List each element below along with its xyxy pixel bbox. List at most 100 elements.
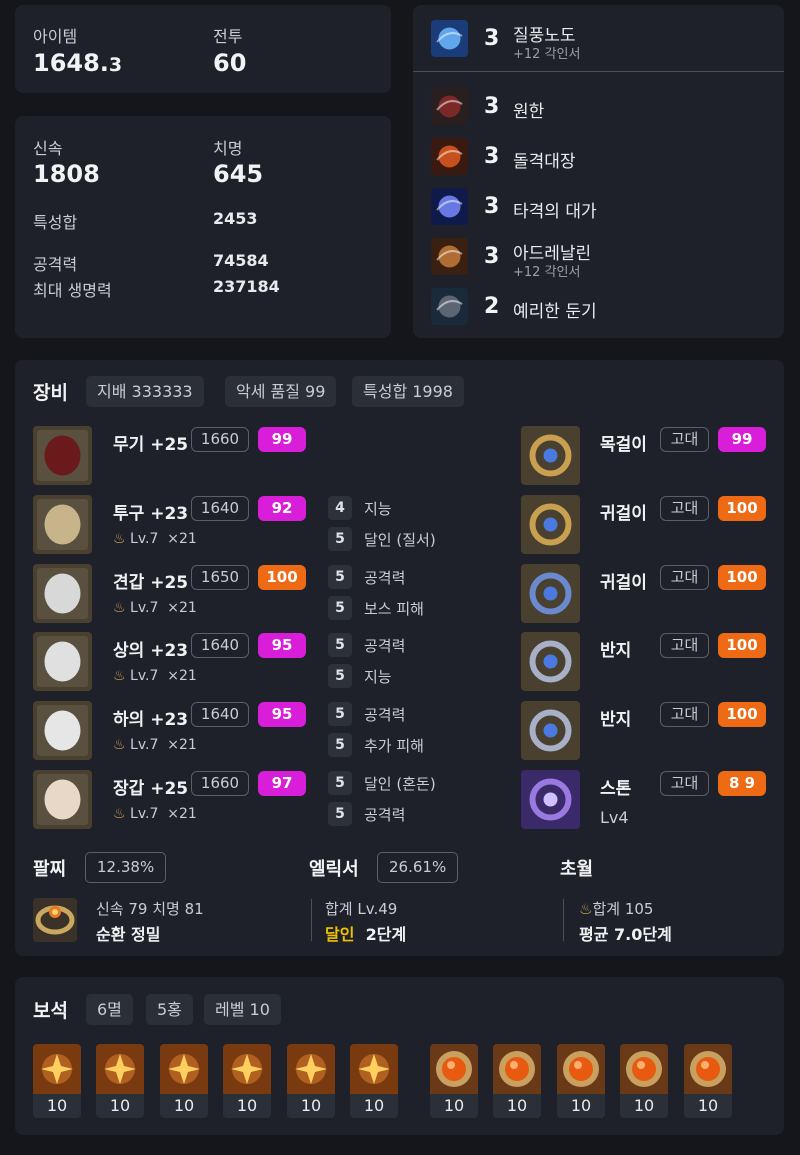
gem-icon: [33, 1044, 81, 1094]
elixir-effect-name: 달인 (혼돈): [364, 775, 436, 793]
elixir-effect-name: 달인 (질서): [364, 531, 436, 549]
armor-item-level: 1660: [191, 771, 249, 796]
engraving-name: 타격의 대가: [513, 202, 597, 222]
gem-icon: [223, 1044, 271, 1094]
accessory-grade: 고대: [660, 427, 709, 452]
gem-doom[interactable]: 10: [33, 1044, 81, 1118]
gem-icon: [557, 1044, 605, 1094]
crit-label: 치명: [213, 139, 243, 158]
gem-level: 10: [160, 1094, 208, 1118]
accessory-name: 스톤: [600, 779, 632, 799]
elixir-total: 합계 Lv.49: [325, 900, 398, 918]
gem-icon: [684, 1044, 732, 1094]
elixir-effect-level: 5: [328, 771, 352, 795]
gem-level: 10: [33, 1094, 81, 1118]
item-level-value: 1648.3: [33, 49, 123, 77]
gem-icon: [350, 1044, 398, 1094]
bracelet-icon: [33, 898, 77, 942]
engraving-book: +12 각인서: [513, 265, 581, 280]
accessory-name: 반지: [600, 641, 632, 661]
gems-tag-crimson: 5홍: [146, 994, 193, 1025]
engraving-level: 3: [484, 144, 500, 169]
elixir-effect-name: 공격력: [364, 706, 406, 724]
flame-icon: ♨: [113, 737, 131, 753]
equipment-tag-acc-quality: 악세 품질 99: [225, 376, 337, 407]
armor-icon: [33, 770, 92, 829]
trait-sum-value: 2453: [213, 209, 258, 228]
engraving-level: 3: [484, 94, 500, 119]
armor-name: 상의 +23: [113, 641, 189, 661]
engraving-icon: [431, 238, 468, 275]
gem-doom[interactable]: 10: [160, 1044, 208, 1118]
gem-icon: [287, 1044, 335, 1094]
engraving-level: 3: [484, 26, 500, 51]
combat-value: 60: [213, 49, 247, 77]
bracelet-title: 팔찌: [33, 859, 67, 880]
elixir-effect-level: 5: [328, 596, 352, 620]
gem-doom[interactable]: 10: [287, 1044, 335, 1118]
gem-doom[interactable]: 10: [96, 1044, 144, 1118]
accessory-grade: 고대: [660, 702, 709, 727]
accessory-quality: 100: [718, 702, 766, 727]
elixir-effect-level: 5: [328, 633, 352, 657]
gem-crimson[interactable]: 10: [493, 1044, 541, 1118]
armor-quality: 97: [258, 771, 306, 796]
elixir-effect-level: 5: [328, 527, 352, 551]
accessory-icon: [521, 770, 580, 829]
armor-item-level: 1660: [191, 427, 249, 452]
armor-name: 투구 +23: [113, 504, 189, 524]
elixir-effect-name: 지능: [364, 500, 392, 518]
transcend-title: 초월: [560, 859, 594, 880]
hp-label: 최대 생명력: [33, 281, 112, 300]
accessory-icon: [521, 632, 580, 691]
armor-item-level: 1640: [191, 702, 249, 727]
elixir-effect-level: 5: [328, 802, 352, 826]
accessory-name: 목걸이: [600, 435, 647, 455]
engraving-book: +12 각인서: [513, 47, 581, 62]
gem-doom[interactable]: 10: [223, 1044, 271, 1118]
trait-sum-label: 특성합: [33, 213, 78, 232]
elixir-effect-level: 5: [328, 733, 352, 757]
elixir-effect-level: 5: [328, 702, 352, 726]
armor-icon: [33, 426, 92, 485]
combat-label: 전투: [213, 27, 243, 46]
transcend-separator: [563, 899, 564, 941]
bracelet-effects: 순환 정밀: [96, 925, 161, 944]
engraving-name: 예리한 둔기: [513, 302, 597, 322]
elixir-effect-level: 4: [328, 496, 352, 520]
engraving-icon: [431, 288, 468, 325]
elixir-percent: 26.61%: [377, 852, 459, 883]
equipment-tag-dominion: 지배 333333: [86, 376, 204, 407]
gem-icon: [96, 1044, 144, 1094]
armor-quality: 95: [258, 702, 306, 727]
armor-elixir: ♨ Lv.7 ×21: [113, 806, 197, 822]
swift-label: 신속: [33, 139, 63, 158]
accessory-name: 귀걸이: [600, 504, 647, 524]
item-level-card: 아이템 1648.3 전투 60: [15, 5, 391, 93]
gem-level: 10: [96, 1094, 144, 1118]
accessory-quality: 8 9: [718, 771, 766, 796]
gem-crimson[interactable]: 10: [430, 1044, 478, 1118]
armor-elixir: ♨ Lv.7 ×21: [113, 668, 197, 684]
armor-name: 장갑 +25: [113, 779, 189, 799]
flame-icon: ♨: [113, 806, 131, 822]
elixir-effect-name: 추가 피해: [364, 737, 424, 755]
engraving-level: 3: [484, 194, 500, 219]
armor-icon: [33, 632, 92, 691]
flame-icon: ♨: [113, 668, 131, 684]
engraving-icon: [431, 88, 468, 125]
gem-crimson[interactable]: 10: [684, 1044, 732, 1118]
elixir-effect-name: 지능: [364, 668, 392, 686]
elixir-effect-name: 보스 피해: [364, 600, 424, 618]
gem-doom[interactable]: 10: [350, 1044, 398, 1118]
equipment-title: 장비: [33, 382, 68, 404]
crit-value: 645: [213, 160, 264, 188]
elixir-effect-name: 공격력: [364, 806, 406, 824]
gem-crimson[interactable]: 10: [557, 1044, 605, 1118]
flame-icon: ♨: [579, 900, 593, 918]
elixir-set: 달인 2단계: [325, 925, 407, 944]
engravings-card: [413, 5, 784, 338]
item-level-label: 아이템: [33, 27, 78, 46]
gem-crimson[interactable]: 10: [620, 1044, 668, 1118]
gem-level: 10: [620, 1094, 668, 1118]
